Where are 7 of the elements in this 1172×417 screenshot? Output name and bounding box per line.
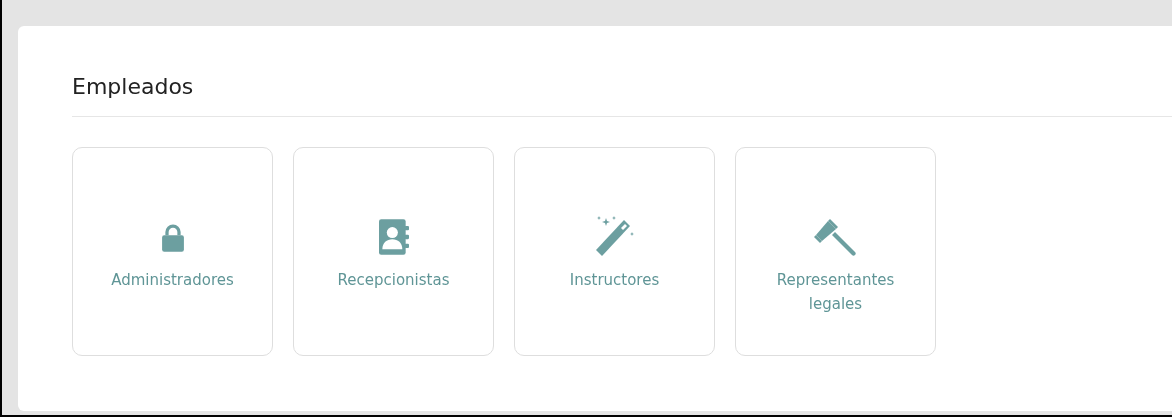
contact-book-icon: [378, 219, 409, 255]
employee-card[interactable]: Recepcionistas: [293, 147, 494, 356]
employee-card[interactable]: Representantes legales: [735, 147, 936, 356]
employee-card[interactable]: Administradores: [72, 147, 273, 356]
section-title: Empleados: [72, 73, 195, 101]
employee-card[interactable]: Instructores: [514, 147, 715, 356]
lock-icon: [160, 222, 185, 252]
